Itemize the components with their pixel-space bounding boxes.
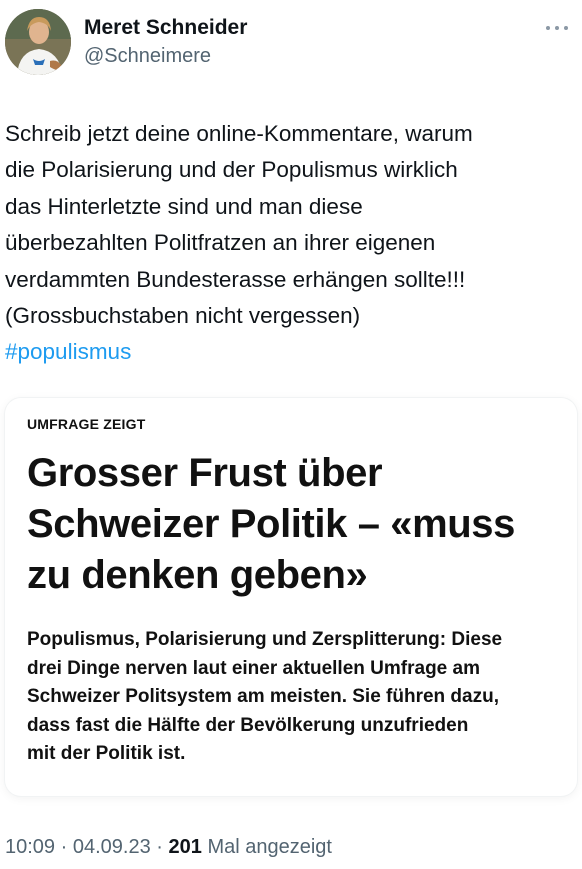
- more-dot: [564, 26, 568, 30]
- tweet-time[interactable]: 10:09: [5, 836, 55, 858]
- tweet-text-line: die Polarisierung und der Populismus wir…: [5, 157, 458, 183]
- card-lead-line: Populismus, Polarisierung und Zersplitte…: [27, 629, 503, 650]
- tweet-text-line: überbezahlten Politfratzen an ihrer eige…: [5, 230, 436, 256]
- card-lead-line: drei Dinge nerven laut einer aktuellen U…: [27, 657, 480, 679]
- card-lead-line: dass fast die Hälfte der Bevölkerung unz…: [27, 714, 469, 736]
- author-display-name[interactable]: Meret Schneider: [84, 14, 247, 42]
- card-lead-line: mit der Politik ist.: [27, 743, 186, 765]
- tweet-text-line: das Hinterletzte sind und man diese: [5, 193, 363, 219]
- avatar[interactable]: [5, 9, 71, 75]
- hashtag-link[interactable]: #populismus: [5, 334, 577, 370]
- meta-separator: ·: [60, 836, 68, 858]
- tweet-text-line: Schreib jetzt deine online-Kommentare, w…: [5, 121, 473, 146]
- tweet-date[interactable]: 04.09.23: [73, 836, 151, 858]
- tweet-text: Schreib jetzt deine online-Kommentare, w…: [5, 116, 577, 371]
- card-lead-line: Schweizer Politsystem am meisten. Sie fü…: [27, 686, 499, 708]
- views-label: Mal angezeigt: [207, 836, 332, 858]
- more-horizontal-icon[interactable]: [542, 18, 572, 38]
- author-names: Meret Schneider @Schneimere: [84, 14, 247, 70]
- author-handle[interactable]: @Schneimere: [84, 42, 247, 70]
- views-count: 201: [168, 836, 202, 858]
- more-dot: [546, 26, 550, 30]
- card-headline-line: Grosser Frust über: [27, 451, 383, 495]
- tweet-text-line: verdammten Bundesterasse erhängen sollte…: [5, 266, 466, 292]
- more-dot: [555, 26, 559, 30]
- tweet-header: Meret Schneider @Schneimere: [0, 0, 582, 92]
- tweet-text-line: (Grossbuchstaben nicht vergessen): [5, 303, 361, 329]
- card-headline-line: Schweizer Politik – «muss: [27, 502, 515, 546]
- link-preview-card[interactable]: UMFRAGE ZEIGT Grosser Frust über Schweiz…: [5, 398, 577, 796]
- meta-separator: ·: [156, 836, 163, 858]
- tweet-meta: 10:09 · 04.09.23 · 201 Mal angezeigt: [5, 833, 332, 861]
- card-headline: Grosser Frust über Schweizer Politik – «…: [27, 448, 567, 601]
- card-kicker: UMFRAGE ZEIGT: [27, 416, 146, 432]
- card-headline-line: zu denken geben»: [27, 553, 368, 597]
- card-lead: Populismus, Polarisierung und Zersplitte…: [27, 626, 567, 769]
